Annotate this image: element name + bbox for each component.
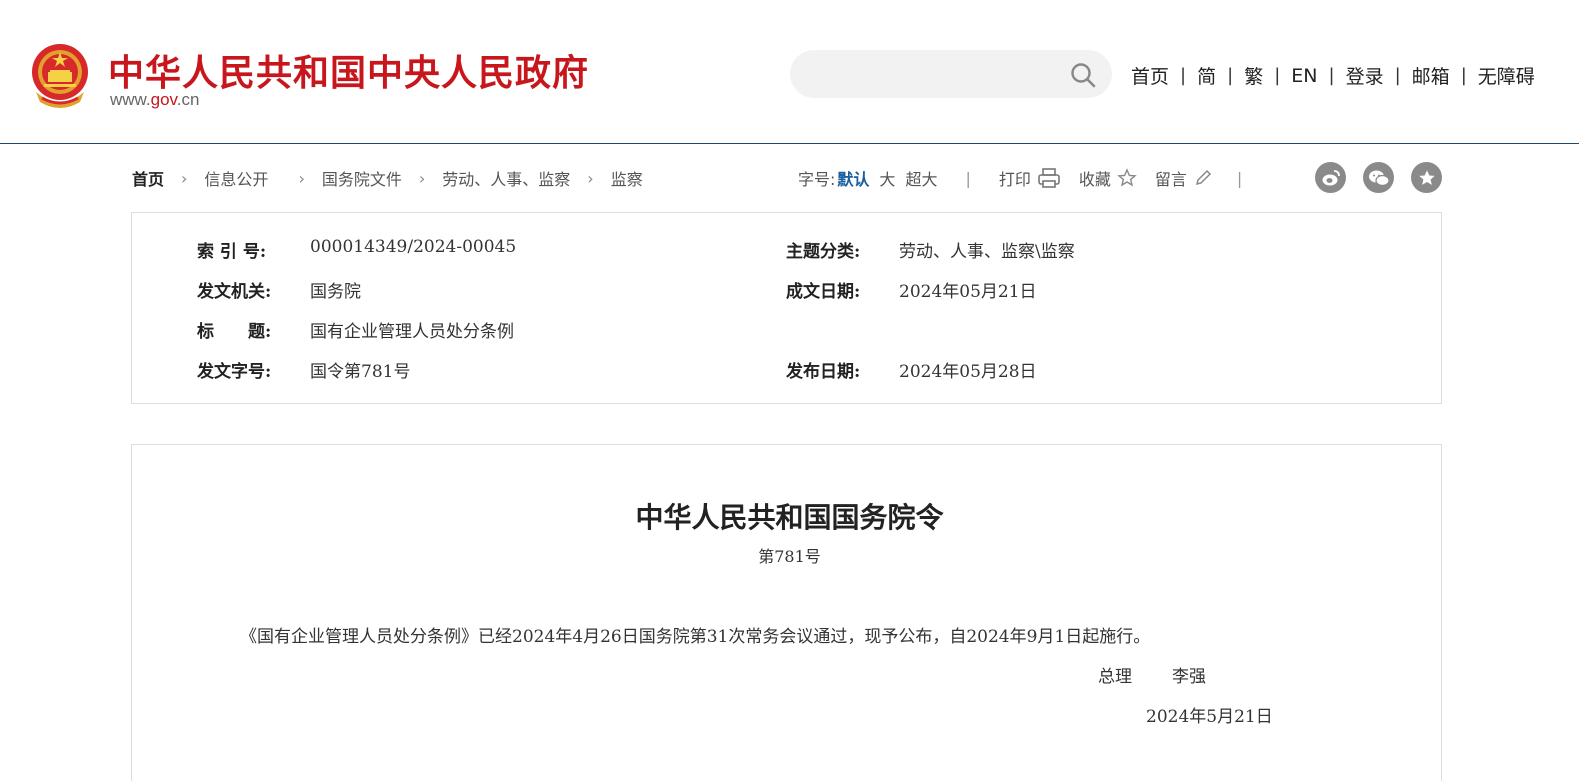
url-mid: gov [150, 90, 177, 109]
breadcrumb: 首页 › 信息公开 › 国务院文件 › 劳动、人事、监察 › 监察 [132, 166, 643, 190]
chevron-right-icon: › [181, 168, 188, 188]
written-date-value: 2024年05月21日 [899, 282, 1037, 302]
weibo-icon [1322, 169, 1340, 185]
printer-icon [1038, 168, 1060, 188]
nav-english[interactable]: EN [1291, 65, 1317, 87]
top-nav: 首页 | 简 | 繁 | EN | 登录 | 邮箱 | 无障碍 [1131, 62, 1535, 89]
url-suffix: .cn [176, 90, 200, 109]
breadcrumb-supervision[interactable]: 监察 [611, 166, 643, 190]
url-prefix: www. [110, 90, 151, 109]
wechat-icon [1368, 170, 1390, 186]
site-header: 中华人民共和国中央人民政府 www.gov.cn 首页 | 简 | 繁 | EN | 登… [0, 0, 1579, 144]
comment-button[interactable]: 留言 [1155, 166, 1213, 190]
signer-name: 李强 [1172, 667, 1206, 687]
page-tools: 字号: 默认 大 超大 | 打印 收藏 留言 | [798, 166, 1270, 190]
chevron-right-icon: › [587, 168, 594, 188]
weibo-share-button[interactable] [1315, 162, 1346, 193]
issuer-label: 发文机关: [197, 282, 272, 302]
signature: 总理 李强 [1098, 662, 1206, 687]
search-input[interactable] [808, 60, 1058, 88]
font-size-large[interactable]: 大 [879, 166, 895, 190]
nav-home[interactable]: 首页 [1131, 62, 1169, 89]
breadcrumb-info-public[interactable]: 信息公开 [204, 166, 268, 190]
document-title: 中华人民共和国国务院令 [635, 501, 944, 534]
publish-date-value: 2024年05月28日 [899, 362, 1037, 382]
chevron-right-icon: › [418, 168, 426, 188]
nav-simplified[interactable]: 简 [1197, 62, 1216, 89]
nav-traditional[interactable]: 繁 [1244, 62, 1263, 89]
nav-accessibility[interactable]: 无障碍 [1478, 62, 1535, 89]
doc-number-value: 国令第781号 [310, 362, 411, 382]
publish-date-label: 发布日期: [786, 362, 861, 382]
pencil-icon [1195, 169, 1211, 186]
title-value: 国有企业管理人员处分条例 [310, 322, 514, 342]
search-box [790, 50, 1112, 98]
nav-login[interactable]: 登录 [1346, 62, 1384, 89]
signer-title: 总理 [1098, 667, 1132, 687]
title-label: 标 题: [197, 322, 272, 342]
font-size-default[interactable]: 默认 [837, 166, 869, 190]
wechat-share-button[interactable] [1363, 162, 1394, 193]
site-title[interactable]: 中华人民共和国中央人民政府 [108, 44, 589, 96]
document-number: 第781号 [758, 547, 821, 566]
favorite-button[interactable]: 收藏 [1079, 166, 1137, 190]
star-circle-icon [1418, 169, 1435, 185]
chevron-right-icon: › [298, 168, 305, 188]
font-size-label: 字号: [798, 170, 836, 189]
star-icon [1117, 168, 1137, 187]
signature-date: 2024年5月21日 [1146, 707, 1273, 727]
print-label: 打印 [998, 170, 1031, 189]
topic-value: 劳动、人事、监察\监察 [899, 242, 1075, 262]
print-button[interactable]: 打印 [999, 166, 1061, 190]
search-icon[interactable] [1070, 62, 1096, 88]
divider: | [1236, 168, 1243, 188]
site-url: www.gov.cn [110, 90, 199, 110]
issuer-value: 国务院 [310, 282, 361, 302]
topic-label: 主题分类: [786, 242, 861, 262]
font-size-xlarge[interactable]: 超大 [905, 166, 937, 190]
written-date-label: 成文日期: [786, 282, 861, 302]
doc-number-label: 发文字号: [197, 362, 272, 382]
collect-share-button[interactable] [1411, 162, 1442, 193]
breadcrumb-labor[interactable]: 劳动、人事、监察 [442, 166, 570, 190]
favorite-label: 收藏 [1078, 170, 1111, 189]
breadcrumb-state-council-docs[interactable]: 国务院文件 [322, 166, 402, 190]
divider: | [965, 168, 971, 188]
comment-label: 留言 [1154, 170, 1187, 189]
document-content [131, 444, 1442, 781]
document-body: 《国有企业管理人员处分条例》已经2024年4月26日国务院第31次常务会议通过，… [240, 627, 1151, 647]
breadcrumb-home[interactable]: 首页 [132, 166, 164, 190]
national-emblem-icon[interactable] [28, 42, 92, 110]
index-number-value: 000014349/2024-00045 [310, 237, 517, 257]
nav-mail[interactable]: 邮箱 [1412, 62, 1450, 89]
index-number-label: 索 引 号: [197, 242, 267, 262]
